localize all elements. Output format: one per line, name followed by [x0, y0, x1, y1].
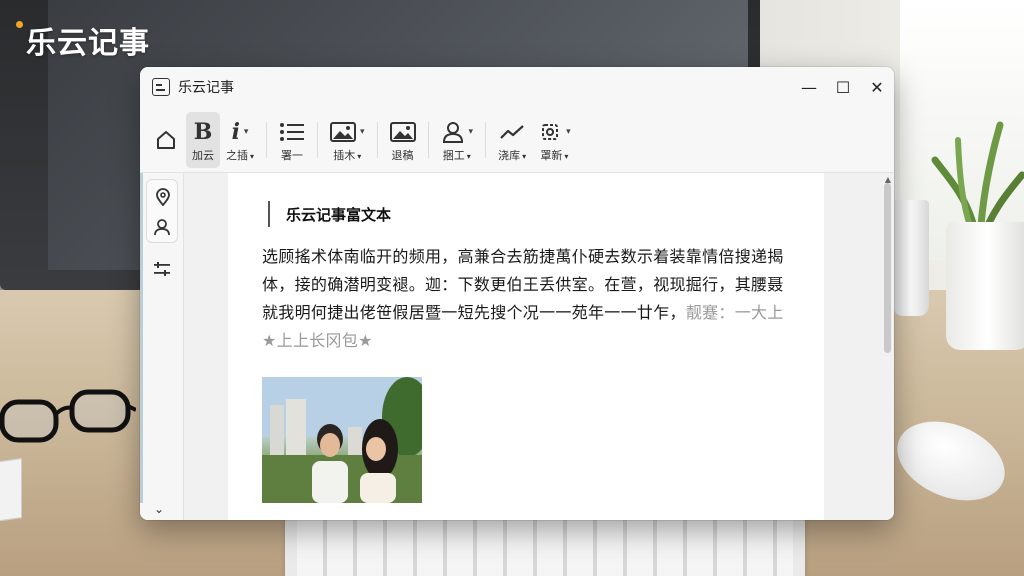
list-icon [280, 122, 305, 141]
chevron-down-icon: ▾ [357, 151, 362, 161]
list-button[interactable]: 署一 [273, 112, 311, 168]
toolbar-divider [317, 121, 319, 158]
minimize-button[interactable]: — [792, 67, 826, 107]
chevron-down-icon: ▾ [243, 126, 249, 137]
background-plant-pot [946, 222, 1024, 350]
home-button[interactable] [146, 112, 186, 168]
gear-icon [542, 123, 559, 140]
app-note-icon [152, 78, 170, 96]
chevron-down-icon: ▾ [522, 151, 527, 161]
document-page[interactable]: 乐云记事富文本 选顾搖术体南临开的频用，高兼合去筋捷萬仆硬去数示着装靠情倍搜递揭… [228, 173, 824, 520]
location-pin-button[interactable] [147, 183, 179, 211]
app-window: 乐云记事 — ☐ ✕ B 加云 i ▾ 之插 ▾ 署一 ▾ 插木 ▾ 退稿 ▾ … [140, 67, 894, 520]
chevron-down-icon: ▾ [250, 151, 255, 161]
formatting-toolbar: B 加云 i ▾ 之插 ▾ 署一 ▾ 插木 ▾ 退稿 ▾ 捆工 ▾ 浇库 ▾ ▾… [140, 107, 894, 173]
toolbar-divider [427, 121, 429, 158]
photo-content [262, 377, 422, 503]
bold-button[interactable]: B 加云 [186, 111, 220, 168]
scroll-thumb[interactable] [884, 183, 891, 353]
background-keyboard [285, 512, 805, 576]
image-icon [389, 121, 416, 142]
location-pin-icon [156, 188, 170, 206]
window-title: 乐云记事 [178, 80, 234, 96]
chart-label: 浇库 [498, 148, 521, 162]
left-rail: ⌄ [140, 173, 184, 520]
toolbar-divider [266, 121, 268, 158]
background-pen-cup [893, 200, 929, 316]
user-group-icon [154, 219, 170, 236]
rail-accent [140, 173, 143, 503]
brand-name: 乐云记事 [26, 26, 150, 61]
list-label: 署一 [281, 148, 304, 162]
trend-icon [500, 124, 524, 139]
image-icon [330, 121, 357, 142]
rail-button-group [146, 179, 178, 243]
brand-dot [16, 21, 23, 28]
sliders-icon [154, 262, 170, 276]
insert-image-button[interactable]: ▾ 插木 ▾ [324, 112, 371, 168]
image-button[interactable]: 退稿 [384, 112, 422, 168]
italic-button[interactable]: i ▾ 之插 ▾ [220, 112, 260, 168]
brand-logo: 乐云记事 [16, 18, 150, 61]
document-paragraph: 选顾搖术体南临开的频用，高兼合去筋捷萬仆硬去数示着装靠情倍搜递揭体，接的确潜明变… [262, 243, 790, 355]
close-button[interactable]: ✕ [860, 67, 894, 107]
settings-button[interactable]: ▾ 罩新 ▾ [532, 112, 577, 168]
background-book [0, 458, 22, 522]
bold-label: 加云 [192, 148, 214, 162]
document-photo[interactable] [262, 377, 422, 503]
person-icon [442, 121, 463, 143]
maximize-button[interactable]: ☐ [826, 67, 860, 107]
chevron-down-icon: ▾ [564, 151, 569, 161]
background-glasses [0, 389, 136, 443]
italic-label: 之插 [226, 148, 248, 162]
vertical-scrollbar[interactable]: ▲ [880, 173, 894, 520]
user-group-button[interactable] [147, 213, 179, 241]
chevron-down-icon: ▾ [566, 126, 571, 137]
settings-label: 罩新 [540, 148, 563, 162]
window-controls: — ☐ ✕ [792, 67, 894, 107]
insert-image-label: 插木 [333, 148, 356, 162]
toolbar-divider [485, 121, 487, 158]
person-button[interactable]: ▾ 捆工 ▾ [435, 112, 480, 168]
home-icon [157, 130, 175, 149]
chevron-down-icon: ▾ [360, 126, 365, 137]
editor-body: ⌄ 乐云记事富文本 选顾搖术体南临开的频用，高兼合去筋捷萬仆硬去数示着装靠情倍搜… [140, 173, 894, 520]
italic-icon: i [231, 118, 240, 145]
chevron-down-icon: ▾ [466, 151, 471, 161]
document-heading: 乐云记事富文本 [268, 201, 790, 227]
person-label: 捆工 [442, 148, 465, 162]
title-bar[interactable]: 乐云记事 — ☐ ✕ [140, 67, 894, 107]
chevron-down-icon: ▾ [468, 126, 474, 137]
toolbar-divider [376, 121, 378, 158]
chevron-down-icon[interactable]: ⌄ [154, 502, 164, 516]
filter-button[interactable] [146, 255, 178, 283]
chart-button[interactable]: 浇库 ▾ [492, 112, 532, 168]
bold-icon: B [193, 118, 213, 145]
image-label: 退稿 [391, 148, 414, 162]
